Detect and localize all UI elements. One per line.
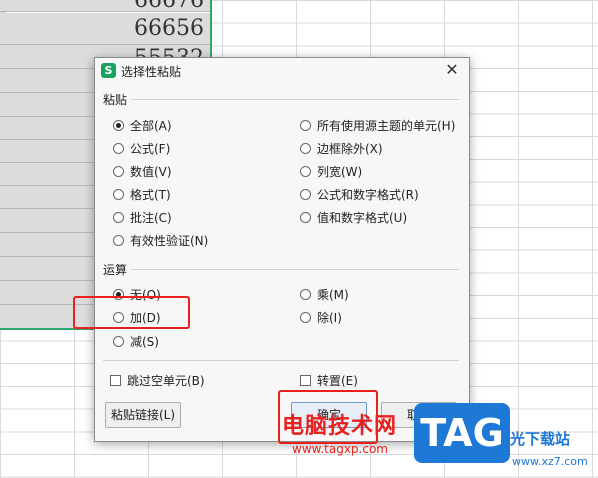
radio-paste-validation[interactable]: 有效性验证(N): [113, 232, 208, 249]
radio-icon: [113, 336, 124, 347]
divider: [131, 269, 459, 270]
radio-operation-subtract[interactable]: 减(S): [113, 333, 159, 350]
divider: [131, 99, 459, 100]
radio-paste-values[interactable]: 数值(V): [113, 163, 172, 180]
watermark-site: 光下载站: [510, 430, 571, 448]
radio-paste-comments[interactable]: 批注(C): [113, 209, 172, 226]
radio-paste-formulas-number-formats[interactable]: 公式和数字格式(R): [300, 186, 419, 203]
paste-link-button[interactable]: 粘贴链接(L): [105, 402, 181, 428]
highlight-add-option: [73, 296, 190, 329]
radio-paste-column-widths[interactable]: 列宽(W): [300, 163, 362, 180]
radio-icon: [300, 189, 311, 200]
operation-group-label: 运算: [103, 263, 128, 277]
radio-icon: [113, 189, 124, 200]
paste-special-dialog: S 选择性粘贴 ✕ 粘贴 全部(A) 公式(F) 数值(V) 格式(T) 批注(…: [94, 57, 470, 442]
radio-paste-values-number-formats[interactable]: 值和数字格式(U): [300, 209, 407, 226]
watermark-logo: TAG: [414, 403, 510, 463]
radio-icon: [300, 289, 311, 300]
radio-icon: [113, 235, 124, 246]
watermark-url: www.tagxp.com: [292, 442, 388, 456]
radio-icon: [113, 143, 124, 154]
radio-icon: [113, 212, 124, 223]
radio-paste-source-theme[interactable]: 所有使用源主题的单元(H): [300, 117, 455, 134]
close-icon: ✕: [445, 60, 459, 79]
radio-icon: [300, 143, 311, 154]
paste-group-label: 粘贴: [103, 93, 128, 107]
radio-operation-multiply[interactable]: 乘(M): [300, 286, 349, 303]
radio-icon: [300, 120, 311, 131]
radio-operation-divide[interactable]: 除(I): [300, 309, 342, 326]
radio-icon: [113, 166, 124, 177]
radio-paste-formats[interactable]: 格式(T): [113, 186, 171, 203]
watermark-url-2: www.xz7.com: [512, 455, 588, 468]
radio-paste-except-borders[interactable]: 边框除外(X): [300, 140, 383, 157]
close-button[interactable]: ✕: [443, 61, 461, 79]
checkbox-icon: [300, 375, 311, 386]
wps-app-icon: S: [101, 63, 116, 78]
checkbox-skip-blanks[interactable]: 跳过空单元(B): [110, 372, 205, 389]
divider: [103, 360, 459, 361]
checkbox-icon: [110, 375, 121, 386]
watermark-text: 电脑技术网: [282, 414, 398, 439]
radio-paste-formulas[interactable]: 公式(F): [113, 140, 170, 157]
radio-icon: [300, 212, 311, 223]
dialog-titlebar[interactable]: S 选择性粘贴 ✕: [95, 58, 469, 84]
radio-selected-icon: [113, 120, 124, 131]
radio-paste-all[interactable]: 全部(A): [113, 117, 172, 134]
dialog-title: 选择性粘贴: [121, 65, 182, 79]
checkbox-transpose[interactable]: 转置(E): [300, 372, 358, 389]
radio-icon: [300, 312, 311, 323]
radio-icon: [300, 166, 311, 177]
